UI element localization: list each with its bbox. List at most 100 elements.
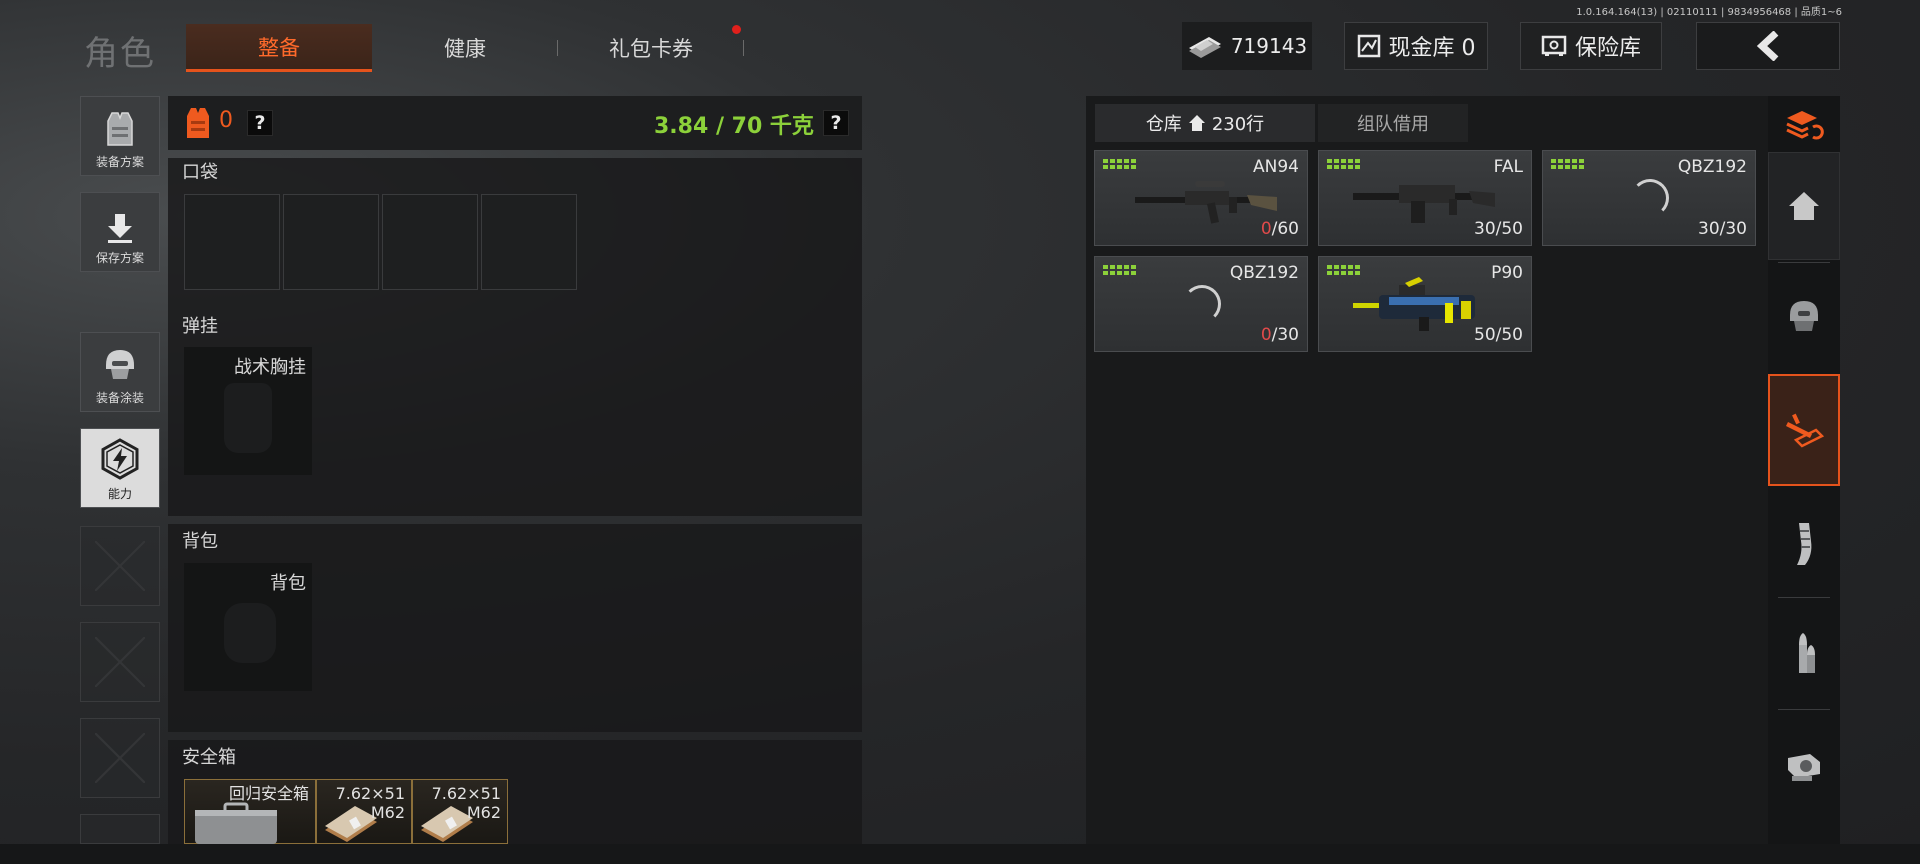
vault-icon bbox=[1541, 35, 1567, 56]
ammo-icon bbox=[1799, 633, 1815, 673]
ammo-caliber: 7.62×51 bbox=[431, 784, 501, 803]
grade-indicator bbox=[1327, 265, 1360, 275]
chest-rig-slot-label: 战术胸挂 bbox=[234, 357, 306, 378]
tab-equip[interactable]: 整备 bbox=[186, 24, 372, 72]
sort-icon bbox=[1786, 111, 1824, 140]
pocket-slot[interactable] bbox=[382, 194, 478, 290]
bottom-bar bbox=[0, 844, 1920, 864]
category-armor[interactable] bbox=[1768, 262, 1840, 368]
ammo-current: 30 bbox=[1698, 219, 1720, 239]
sidebar-item-label: 装备方案 bbox=[95, 155, 144, 169]
ammo-item[interactable]: 7.62×51 M62 bbox=[316, 779, 412, 844]
armor-count: 0 bbox=[219, 108, 233, 133]
ammo-max: /30 bbox=[1719, 219, 1747, 239]
armor-icon bbox=[1790, 301, 1818, 331]
page-title: 角色 bbox=[84, 34, 156, 74]
section-title-safe-box: 安全箱 bbox=[182, 747, 236, 768]
ammo-item-label: 7.62×51 M62 bbox=[432, 784, 501, 822]
pocket-slot[interactable] bbox=[283, 194, 379, 290]
ammo-count: 0/60 bbox=[1261, 219, 1299, 239]
equipment-scheme-button[interactable]: 装备方案 bbox=[80, 96, 160, 176]
rifle-an94-icon bbox=[1135, 181, 1277, 224]
weapon-card[interactable]: AN94 0/60 bbox=[1094, 150, 1308, 246]
sort-button[interactable] bbox=[1768, 96, 1840, 152]
weapon-name: QBZ192 bbox=[1229, 263, 1299, 283]
tab-divider bbox=[743, 40, 744, 56]
cash-store-button[interactable]: 现金库 0 bbox=[1344, 22, 1488, 70]
category-magazine[interactable] bbox=[1768, 492, 1840, 596]
home-icon bbox=[1789, 192, 1819, 220]
backpack-silhouette bbox=[224, 603, 276, 663]
sidebar-item-label: 能力 bbox=[107, 487, 132, 501]
tab-team-borrow[interactable]: 组队借用 bbox=[1318, 104, 1468, 142]
ammo-type: M62 bbox=[466, 803, 501, 822]
safe-store-label: 保险库 bbox=[1574, 36, 1641, 61]
ammo-current: 50 bbox=[1474, 325, 1496, 345]
tab-warehouse[interactable]: 仓库 230行 bbox=[1095, 104, 1315, 142]
armor-vest-icon bbox=[187, 108, 209, 138]
ammo-item-label: 7.62×51 M62 bbox=[336, 784, 405, 822]
ammo-type: M62 bbox=[370, 803, 405, 822]
grade-indicator bbox=[1327, 159, 1360, 169]
loading-spinner-icon bbox=[1631, 179, 1669, 217]
pocket-slot[interactable] bbox=[184, 194, 280, 290]
weapon-name: QBZ192 bbox=[1677, 157, 1747, 177]
ammo-item[interactable]: 7.62×51 M62 bbox=[412, 779, 508, 844]
grade-indicator bbox=[1551, 159, 1584, 169]
weight-help-button[interactable]: ? bbox=[823, 110, 849, 136]
safe-store-button[interactable]: 保险库 bbox=[1520, 22, 1662, 70]
rail-divider bbox=[1778, 597, 1830, 598]
magazine-icon bbox=[1797, 523, 1812, 565]
weapon-card[interactable]: QBZ192 0/30 bbox=[1094, 256, 1308, 352]
helmet-icon bbox=[106, 350, 134, 379]
category-all[interactable] bbox=[1768, 152, 1840, 260]
section-title-chest-rig: 弹挂 bbox=[182, 316, 218, 337]
ability-button[interactable]: 能力 bbox=[80, 428, 160, 508]
ammo-max: /50 bbox=[1495, 219, 1523, 239]
empty-side-slot bbox=[80, 526, 160, 606]
ammo-current: 0 bbox=[1260, 219, 1272, 239]
ammo-max: /50 bbox=[1495, 325, 1523, 345]
money-amount: 719143 bbox=[1230, 34, 1308, 58]
chevron-left-icon bbox=[1756, 31, 1779, 61]
help-button[interactable]: ? bbox=[247, 110, 273, 136]
ammo-max: /60 bbox=[1271, 219, 1299, 239]
equipment-skin-button[interactable]: 装备涂装 bbox=[80, 332, 160, 412]
safe-case-icon bbox=[195, 802, 277, 844]
tab-health[interactable]: 健康 bbox=[372, 24, 558, 72]
weight-display: 3.84 / 70 千克 bbox=[654, 114, 814, 139]
chest-rig-silhouette bbox=[224, 383, 272, 453]
category-weapon[interactable] bbox=[1768, 374, 1840, 486]
ammo-count: 0/30 bbox=[1261, 325, 1299, 345]
cash-store-icon bbox=[1357, 34, 1380, 58]
grade-indicator bbox=[1103, 159, 1136, 169]
version-info: 1.0.164.164(13) | 02110111 | 9834956468 … bbox=[1576, 7, 1842, 18]
loading-spinner-icon bbox=[1183, 285, 1221, 323]
save-scheme-button[interactable]: 保存方案 bbox=[80, 192, 160, 272]
pocket-slot[interactable] bbox=[481, 194, 577, 290]
download-icon bbox=[108, 214, 132, 243]
cash-store-label: 现金库 0 bbox=[1388, 36, 1476, 61]
category-ammo[interactable] bbox=[1768, 600, 1840, 708]
backpack-slot-label: 背包 bbox=[270, 573, 306, 594]
weapon-card[interactable]: FAL 30/50 bbox=[1318, 150, 1532, 246]
section-title-pocket: 口袋 bbox=[182, 162, 218, 183]
weapon-card[interactable]: P90 50/50 bbox=[1318, 256, 1532, 352]
money-display: 719143 bbox=[1182, 22, 1312, 70]
back-button[interactable] bbox=[1696, 22, 1840, 70]
tab-gift-coupons[interactable]: 礼包卡券 bbox=[558, 24, 744, 72]
safe-box-item-name: 回归安全箱 bbox=[228, 784, 309, 803]
weapon-card[interactable]: QBZ192 30/30 bbox=[1542, 150, 1756, 246]
category-sight[interactable] bbox=[1768, 712, 1840, 820]
sight-icon bbox=[1788, 754, 1820, 781]
ammo-count: 30/30 bbox=[1698, 219, 1747, 239]
backpack-slot[interactable]: 背包 bbox=[184, 563, 312, 691]
safe-box-item[interactable]: 回归安全箱 bbox=[184, 779, 316, 844]
rail-divider bbox=[1778, 709, 1830, 710]
ammo-count: 30/50 bbox=[1474, 219, 1523, 239]
chest-rig-slot[interactable]: 战术胸挂 bbox=[184, 347, 312, 475]
home-icon bbox=[1188, 115, 1205, 131]
ammo-max: /30 bbox=[1271, 325, 1299, 345]
vest-icon bbox=[107, 112, 133, 146]
tab-warehouse-label: 仓库 bbox=[1145, 114, 1182, 135]
